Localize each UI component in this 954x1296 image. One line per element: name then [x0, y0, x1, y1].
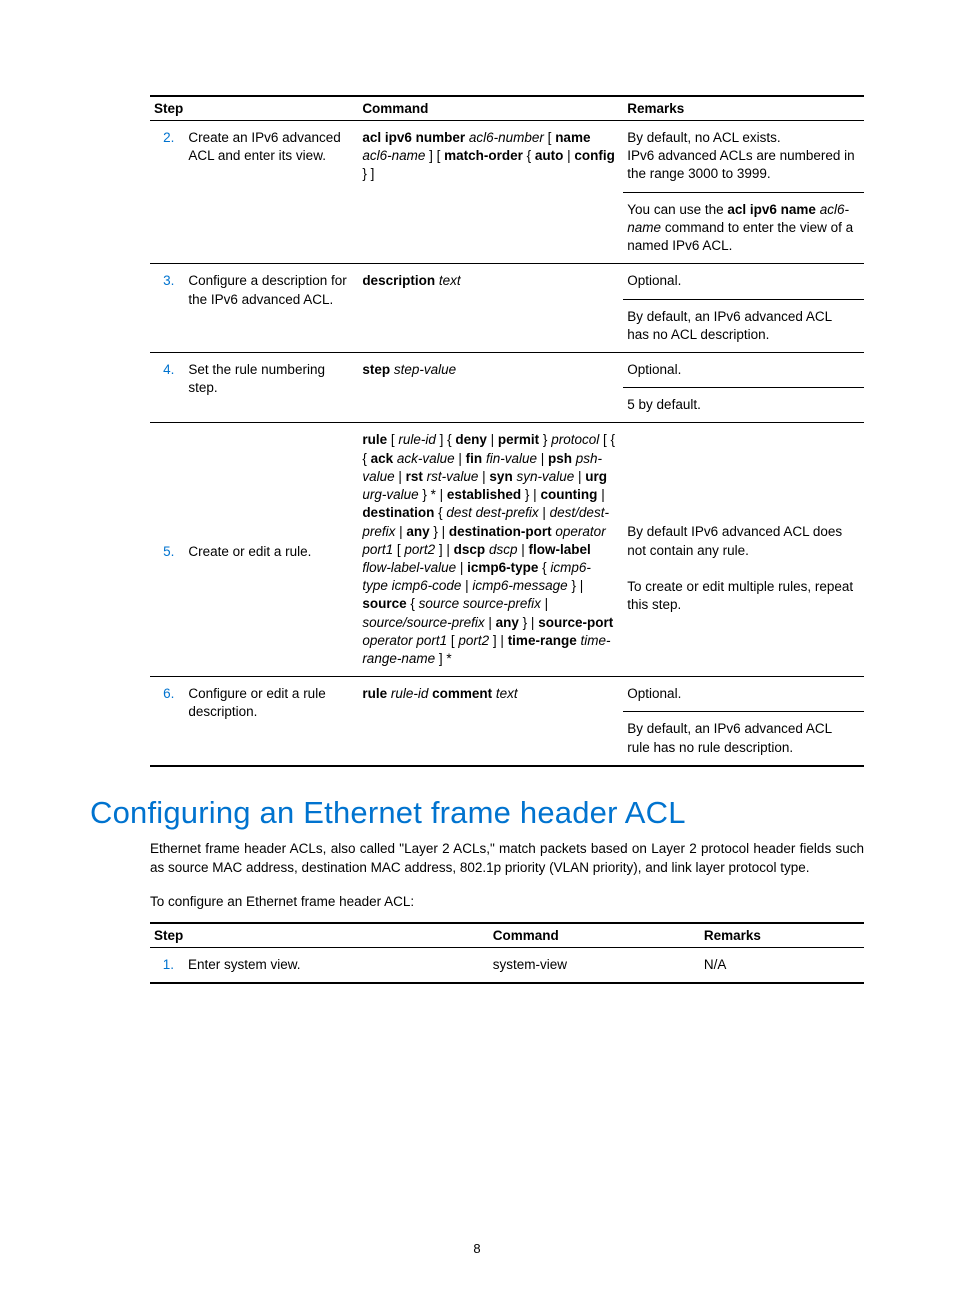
remarks-stack: By default, no ACL exists.IPv6 advanced … — [623, 121, 864, 263]
remarks-stack: Optional. By default, an IPv6 advanced A… — [623, 677, 864, 765]
step-desc: Create or edit a rule. — [184, 423, 358, 569]
step-number: 1. — [150, 948, 184, 982]
ethernet-acl-steps-table: Step Command Remarks 1. Enter system vie… — [150, 922, 864, 984]
section-paragraph: To configure an Ethernet frame header AC… — [150, 892, 864, 912]
remark-text: By default IPv6 advanced ACL does not co… — [623, 423, 864, 622]
ipv6-acl-steps-table: Step Command Remarks 2. Create an IPv6 a… — [150, 95, 864, 767]
section-heading: Configuring an Ethernet frame header ACL — [90, 795, 864, 831]
remark-text: Optional. — [623, 264, 864, 298]
command-text: system-view — [489, 948, 700, 982]
command-text: step step-value — [358, 353, 623, 387]
step-number: 2. — [150, 121, 184, 155]
command-text: acl ipv6 number acl6-number [ name acl6-… — [358, 121, 623, 192]
command-text: rule rule-id comment text — [358, 677, 623, 711]
table-row: 5. Create or edit a rule. rule [ rule-id… — [150, 423, 864, 677]
header-remarks: Remarks — [700, 923, 864, 948]
table-row: 6. Configure or edit a rule description.… — [150, 677, 864, 766]
header-command: Command — [489, 923, 700, 948]
step-desc: Configure or edit a rule description. — [184, 677, 358, 729]
step-number: 4. — [150, 353, 184, 387]
step-desc: Set the rule numbering step. — [184, 353, 358, 405]
table-row: 3. Configure a description for the IPv6 … — [150, 264, 864, 353]
table-row: 2. Create an IPv6 advanced ACL and enter… — [150, 121, 864, 264]
section-paragraph: Ethernet frame header ACLs, also called … — [150, 839, 864, 878]
remark-text: N/A — [700, 948, 864, 982]
step-desc: Enter system view. — [184, 948, 489, 982]
step-desc: Configure a description for the IPv6 adv… — [184, 264, 358, 316]
remarks-stack: Optional. 5 by default. — [623, 353, 864, 422]
remark-text: Optional. — [623, 677, 864, 711]
page-number: 8 — [0, 1241, 954, 1256]
step-desc: Create an IPv6 advanced ACL and enter it… — [184, 121, 358, 173]
table-row: 4. Set the rule numbering step. step ste… — [150, 352, 864, 422]
step-number: 6. — [150, 677, 184, 711]
remarks-stack: By default IPv6 advanced ACL does not co… — [623, 423, 864, 622]
remark-text: By default, an IPv6 advanced ACL has no … — [623, 299, 864, 352]
remarks-stack: Optional. By default, an IPv6 advanced A… — [623, 264, 864, 352]
header-step: Step — [150, 923, 489, 948]
remark-text: By default, no ACL exists.IPv6 advanced … — [623, 121, 864, 192]
remark-text: 5 by default. — [623, 387, 864, 422]
table-row: 1. Enter system view. system-view N/A — [150, 947, 864, 983]
header-command: Command — [358, 96, 623, 121]
remark-text: By default, an IPv6 advanced ACL rule ha… — [623, 711, 864, 764]
remark-text: Optional. — [623, 353, 864, 387]
remark-text: You can use the acl ipv6 name acl6-name … — [623, 192, 864, 264]
step-number: 5. — [150, 423, 184, 569]
command-text: rule [ rule-id ] { deny | permit } proto… — [358, 423, 623, 676]
header-step: Step — [150, 96, 358, 121]
command-text: description text — [358, 264, 623, 298]
header-remarks: Remarks — [623, 96, 864, 121]
step-number: 3. — [150, 264, 184, 298]
